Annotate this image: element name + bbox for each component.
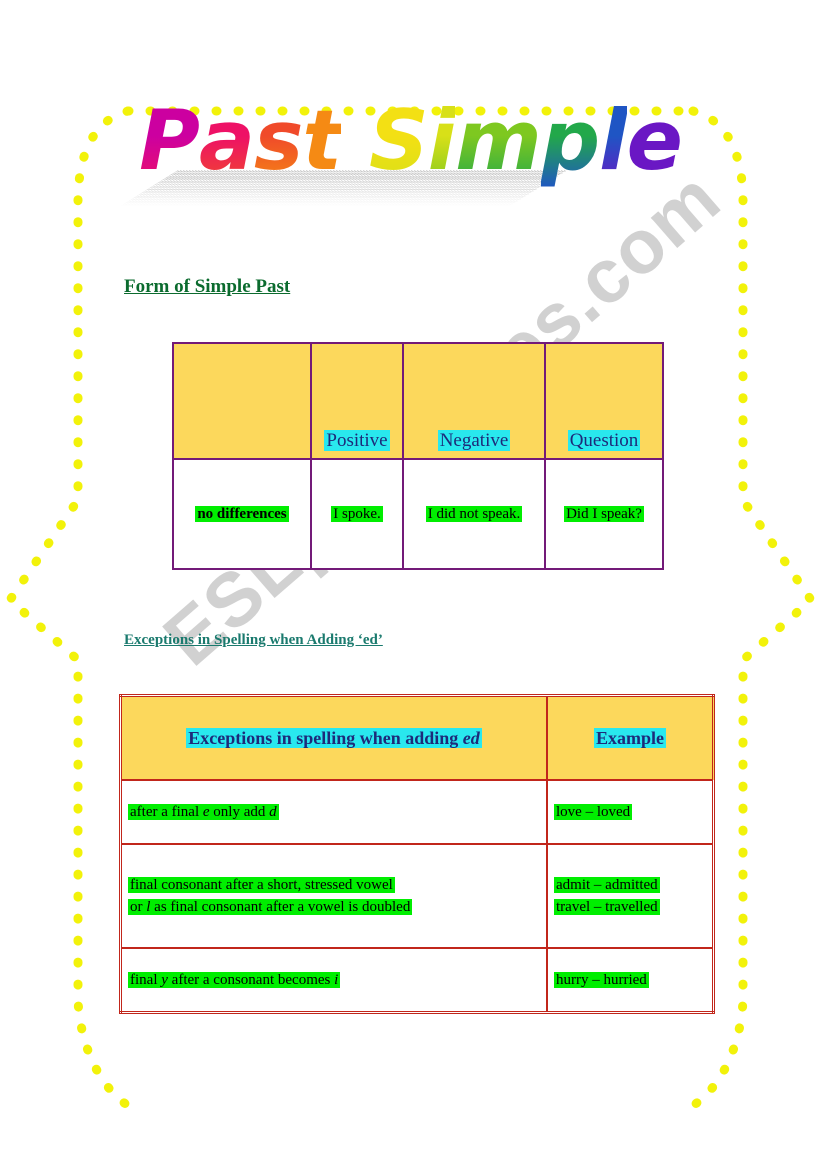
table-cell-no-differences: no differences [172, 458, 312, 570]
table-cell-example: love – loved [546, 779, 715, 845]
rule-text: final [130, 971, 162, 988]
title-letter: i [427, 92, 456, 189]
table-cell-rule: final y after a consonant becomes i [119, 947, 548, 1014]
rule-text: after a consonant becomes [167, 971, 335, 988]
example-text: admit – admitted [554, 876, 660, 893]
header-label-question: Question [567, 430, 641, 451]
rule-line: or l as final consonant after a vowel is… [128, 898, 546, 916]
rule-line: final consonant after a short, stressed … [128, 876, 546, 894]
table-cell-example: admit – admitted travel – travelled [546, 843, 715, 949]
table-header-cell-question: Question [544, 342, 664, 460]
cell-text-negative-example: I did not speak. [425, 506, 523, 522]
table-row: Positive Negative Question [172, 342, 664, 460]
rule-line: after a final e only add d [128, 803, 546, 821]
title-letter: S [368, 92, 429, 189]
table-header-cell-blank [172, 342, 312, 460]
table-header-cell-exceptions: Exceptions in spelling when adding ed [119, 694, 548, 781]
heading-exceptions-in-spelling: Exceptions in Spelling when Adding ‘ed’ [124, 632, 383, 648]
example-line: admit – admitted [554, 876, 712, 894]
rule-text: after a final [130, 803, 203, 820]
header-label-exceptions-text: Exceptions in spelling when adding [188, 727, 463, 748]
table-exceptions-in-spelling: Exceptions in spelling when adding ed Ex… [119, 694, 715, 1014]
table-header-cell-positive: Positive [310, 342, 404, 460]
example-line: love – loved [554, 803, 712, 821]
title-letter: t [302, 92, 342, 189]
rule-italic: y [161, 971, 168, 988]
title-letter: p [540, 92, 600, 189]
title-letter: m [455, 92, 541, 189]
rule-italic: d [269, 803, 277, 820]
header-label-exceptions-ed: ed [462, 727, 480, 748]
worksheet-page: ESLprintables.com Past Simple Form of Si… [0, 0, 821, 1169]
rule-text: as final consonant after a vowel is doub… [150, 898, 411, 915]
header-label-exceptions: Exceptions in spelling when adding ed [186, 727, 482, 748]
title-letter: e [626, 92, 683, 189]
example-text: love – loved [554, 803, 633, 820]
table-header-cell-example: Example [546, 694, 715, 781]
rule-text: or [130, 898, 147, 915]
table-cell-example: hurry – hurried [546, 947, 715, 1014]
title-letter: a [198, 92, 255, 189]
table-cell-rule: after a final e only add d [119, 779, 548, 845]
table-row: Exceptions in spelling when adding ed Ex… [119, 694, 715, 781]
rule-italic: e [202, 803, 210, 820]
example-line: hurry – hurried [554, 971, 712, 989]
table-header-cell-negative: Negative [402, 342, 546, 460]
title-letter: s [253, 92, 303, 189]
table-form-of-simple-past: Positive Negative Question no difference… [172, 342, 664, 570]
rule-text: only add [209, 803, 270, 820]
example-line: travel – travelled [554, 898, 712, 916]
table-cell-negative-example: I did not speak. [402, 458, 546, 570]
rule-text: final consonant after a short, stressed … [130, 876, 393, 893]
title-wordart: Past Simple [0, 92, 821, 252]
table-cell-positive-example: I spoke. [310, 458, 404, 570]
title-letter [341, 92, 369, 189]
page-title: Past Simple [0, 92, 821, 189]
table-cell-rule: final consonant after a short, stressed … [119, 843, 548, 949]
table-cell-question-example: Did I speak? [544, 458, 664, 570]
rule-line: final y after a consonant becomes i [128, 971, 546, 989]
cell-text-positive-example: I spoke. [331, 506, 383, 522]
header-label-example: Example [593, 727, 666, 748]
header-label-negative: Negative [437, 430, 511, 451]
table-row: final y after a consonant becomes i hurr… [119, 947, 715, 1014]
title-letter: P [139, 92, 200, 189]
header-label-positive: Positive [324, 430, 390, 451]
heading-form-of-simple-past: Form of Simple Past [124, 276, 291, 297]
title-letter: l [599, 92, 627, 189]
example-text: travel – travelled [554, 898, 660, 915]
cell-text-no-differences: no differences [195, 506, 289, 522]
example-text: hurry – hurried [554, 971, 649, 988]
rule-italic: i [334, 971, 339, 988]
cell-text-question-example: Did I speak? [564, 506, 644, 522]
table-row: no differences I spoke. I did not speak.… [172, 458, 664, 570]
table-row: final consonant after a short, stressed … [119, 843, 715, 949]
table-row: after a final e only add d love – loved [119, 779, 715, 845]
